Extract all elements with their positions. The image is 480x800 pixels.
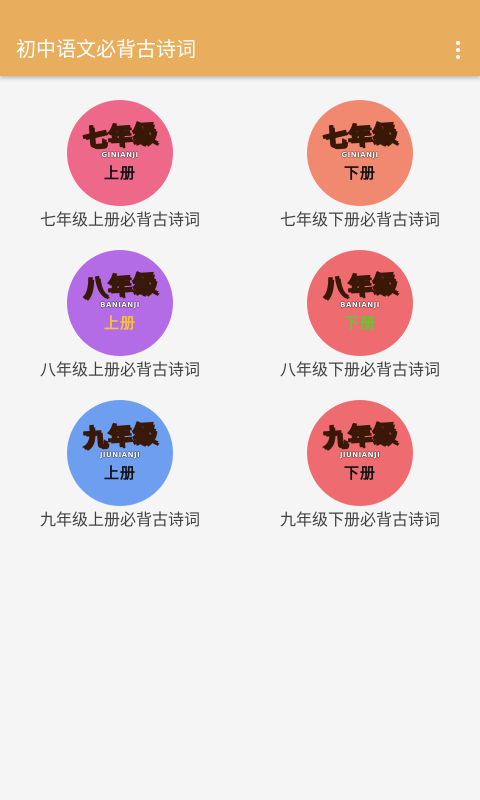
volume-label: 下册 (343, 464, 376, 482)
book-grid: 七年级 GINIANJI 上册 七年级上册必背古诗词 七年级 GINIANJI … (0, 100, 480, 550)
grade-logo-text: 九年级 (81, 419, 159, 454)
grade-logo-text: 七年级 (321, 119, 399, 154)
app-toolbar: 初中语文必背古诗词 (0, 0, 480, 76)
book-title: 七年级上册必背古诗词 (39, 210, 200, 229)
overflow-dot (456, 41, 460, 45)
app-title: 初中语文必背古诗词 (16, 37, 196, 61)
book-cover-circle: 九年级 JIUNIANJI 下册 (307, 400, 413, 506)
book-title: 九年级上册必背古诗词 (39, 510, 200, 529)
book-cover-circle: 七年级 GINIANJI 上册 (67, 100, 173, 206)
grade-logo-text: 九年级 (321, 419, 399, 454)
book-cover-circle: 八年级 BANIANJI 上册 (67, 250, 173, 356)
more-vert-icon[interactable] (446, 36, 470, 64)
book-title: 八年级上册必背古诗词 (39, 360, 200, 379)
book-tile-grade8-vol1[interactable]: 八年级 BANIANJI 上册 八年级上册必背古诗词 (0, 250, 240, 400)
book-tile-grade9-vol2[interactable]: 九年级 JIUNIANJI 下册 九年级下册必背古诗词 (240, 400, 480, 550)
overflow-dot (456, 48, 460, 52)
grade-logo-text: 八年级 (81, 269, 159, 304)
volume-label: 上册 (103, 164, 136, 182)
grade-logo-pinyin: JIUNIANJI (339, 451, 381, 459)
grade-logo-pinyin: GINIANJI (101, 151, 139, 159)
volume-label: 上册 (103, 314, 136, 332)
volume-label: 下册 (343, 164, 376, 182)
book-tile-grade9-vol1[interactable]: 九年级 JIUNIANJI 上册 九年级上册必背古诗词 (0, 400, 240, 550)
grade-logo-pinyin: BANIANJI (340, 301, 380, 309)
book-tile-grade7-vol2[interactable]: 七年级 GINIANJI 下册 七年级下册必背古诗词 (240, 100, 480, 250)
grade-logo: 八年级 BANIANJI (321, 269, 399, 310)
grade-logo-text: 八年级 (321, 269, 399, 304)
book-tile-grade8-vol2[interactable]: 八年级 BANIANJI 下册 八年级下册必背古诗词 (240, 250, 480, 400)
grade-logo: 九年级 JIUNIANJI (81, 419, 159, 460)
book-tile-grade7-vol1[interactable]: 七年级 GINIANJI 上册 七年级上册必背古诗词 (0, 100, 240, 250)
volume-label: 上册 (103, 464, 136, 482)
grade-logo: 七年级 GINIANJI (321, 119, 399, 160)
book-cover-circle: 八年级 BANIANJI 下册 (307, 250, 413, 356)
book-cover-circle: 九年级 JIUNIANJI 上册 (67, 400, 173, 506)
book-title: 八年级下册必背古诗词 (279, 360, 440, 379)
grade-logo: 七年级 GINIANJI (81, 119, 159, 160)
grade-logo: 九年级 JIUNIANJI (321, 419, 399, 460)
grade-logo-pinyin: BANIANJI (100, 301, 140, 309)
grade-logo-text: 七年级 (81, 119, 159, 154)
overflow-dot (456, 55, 460, 59)
volume-label: 下册 (343, 314, 376, 332)
grade-logo-pinyin: JIUNIANJI (99, 451, 141, 459)
grade-logo-pinyin: GINIANJI (341, 151, 379, 159)
grade-logo: 八年级 BANIANJI (81, 269, 159, 310)
book-cover-circle: 七年级 GINIANJI 下册 (307, 100, 413, 206)
book-title: 九年级下册必背古诗词 (279, 510, 440, 529)
book-title: 七年级下册必背古诗词 (279, 210, 440, 229)
